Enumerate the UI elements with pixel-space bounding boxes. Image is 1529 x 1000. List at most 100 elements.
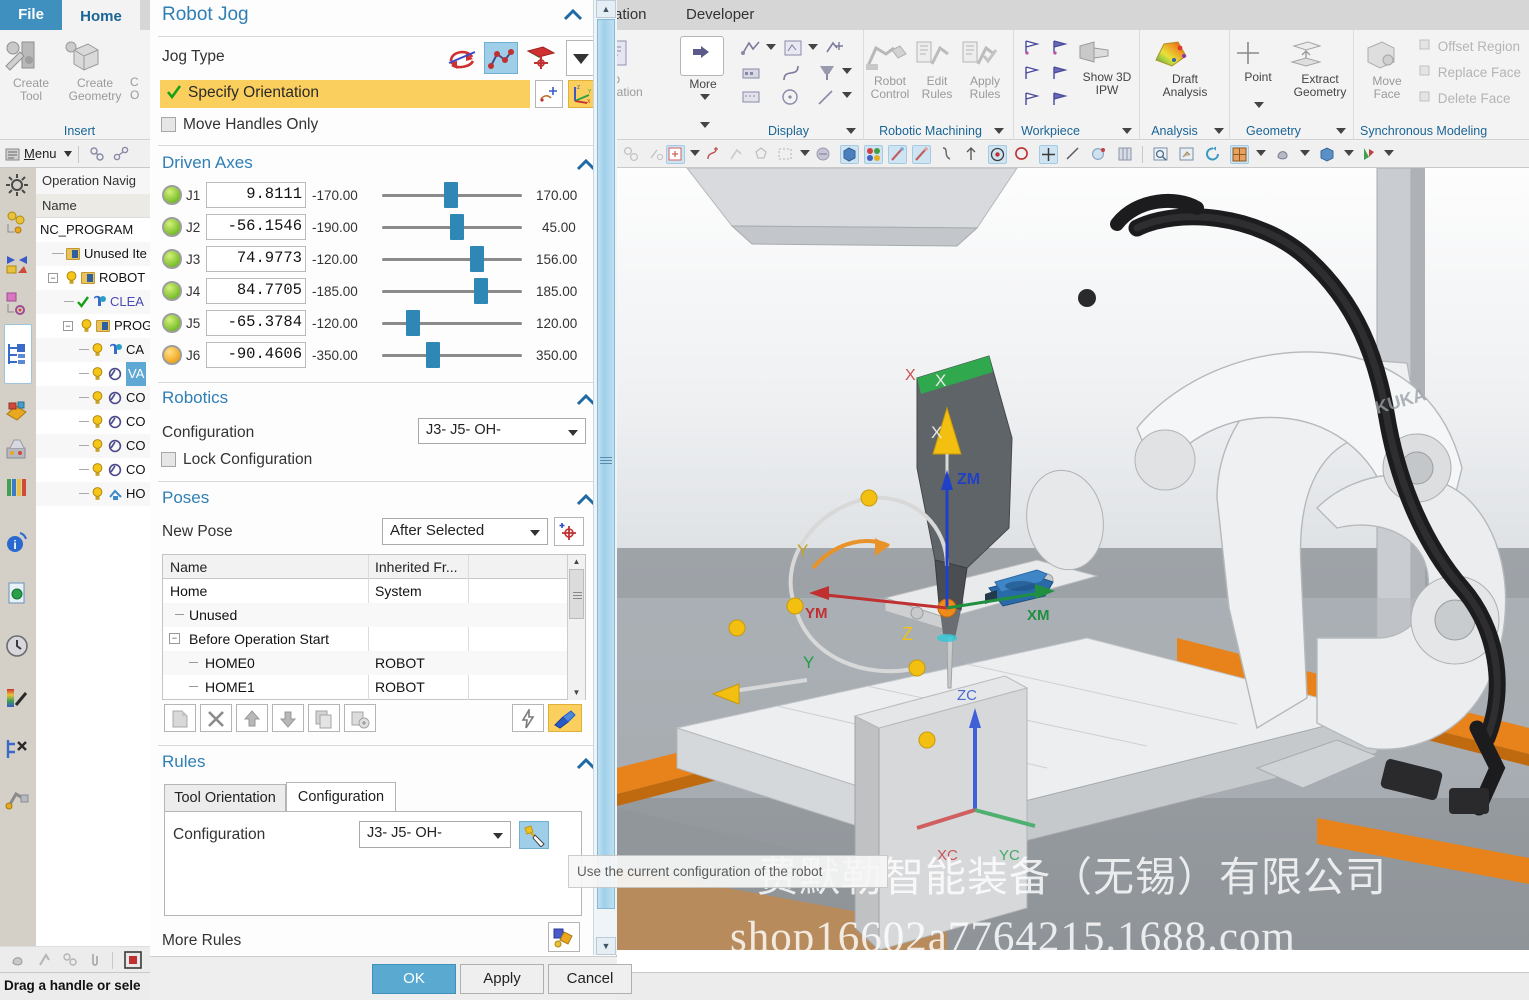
jog-highlight-button[interactable]	[548, 704, 582, 732]
tab-home[interactable]: Home	[62, 0, 140, 30]
dialog-scrollbar[interactable]: ▲ ▼	[593, 0, 617, 955]
constraint-navigator-icon[interactable]	[4, 250, 32, 278]
render-style-dropdown-icon[interactable]	[1256, 150, 1266, 156]
display-curve-icon[interactable]	[780, 62, 802, 84]
tree-row-home[interactable]: HO	[36, 482, 159, 506]
show-3d-ipw-button[interactable]: Show 3D IPW	[1074, 38, 1140, 97]
lock-configuration-checkbox[interactable]	[161, 452, 176, 467]
diagonal-line-icon[interactable]	[1064, 145, 1083, 164]
use-current-configuration-icon[interactable]	[519, 821, 549, 849]
tool-jog-icon[interactable]	[524, 42, 558, 74]
tree-row-clearance[interactable]: CLEA	[36, 290, 159, 314]
toolbar-link-icon-1[interactable]	[88, 145, 107, 164]
draft-analysis-button[interactable]: Draft Analysis	[1150, 38, 1220, 99]
ok-button[interactable]: OK	[372, 964, 456, 994]
tree-row-va[interactable]: VA	[36, 362, 159, 386]
delete-pose-button[interactable]	[200, 704, 232, 732]
collapse-driven-axes-icon[interactable]	[576, 158, 596, 171]
workpiece-wall-icon[interactable]	[1050, 90, 1070, 108]
robotics-configuration-select[interactable]: J3- J5- OH-	[418, 418, 586, 444]
more-button[interactable]	[680, 36, 724, 76]
collapse-robot-jog-icon[interactable]	[563, 8, 583, 21]
plus-icon[interactable]	[1039, 145, 1058, 164]
globe-point-icon[interactable]	[1090, 145, 1109, 164]
display-holder-icon[interactable]	[740, 88, 762, 106]
point-dialog-icon[interactable]	[535, 80, 563, 108]
axis-slider-track-j3[interactable]	[382, 258, 522, 261]
solid-body-icon[interactable]	[840, 145, 859, 164]
offset-region-item[interactable]: Offset Region	[1418, 38, 1520, 54]
tab-file[interactable]: File	[0, 0, 62, 30]
history-document-icon[interactable]	[4, 580, 32, 608]
axis-slider-thumb-j4[interactable]	[474, 278, 488, 304]
poses-row-home1[interactable]: HOME1 ROBOT	[163, 675, 568, 699]
toolbar-link-icon-2[interactable]	[112, 145, 131, 164]
tree-row-program[interactable]: − PROG	[36, 314, 159, 338]
point-set-dropdown-icon[interactable]	[690, 150, 700, 156]
cancel-button[interactable]: Cancel	[548, 964, 632, 994]
bottom-icon-3[interactable]	[62, 951, 80, 969]
create-point-set-icon[interactable]	[666, 145, 685, 164]
display-simulate-icon[interactable]	[824, 38, 846, 58]
tree-row-co-4[interactable]: CO	[36, 458, 159, 482]
workpiece-part-icon[interactable]	[1050, 38, 1070, 56]
dialog-scroll-thumb[interactable]	[597, 19, 615, 909]
3d-viewport[interactable]: KUKA X X X Z Y Y ZM YM XM ZC XC YC	[617, 168, 1529, 950]
tab-tool-orientation[interactable]: Tool Orientation	[164, 784, 286, 812]
poses-row-unused[interactable]: Unused	[163, 603, 568, 627]
axis-slider-track-j6[interactable]	[382, 354, 522, 357]
operation-navigator-icon[interactable]	[4, 324, 32, 384]
toolbar-icon-1[interactable]	[622, 145, 641, 164]
new-pose-select[interactable]: After Selected	[382, 518, 548, 545]
workpiece-blank-icon[interactable]	[1022, 38, 1042, 56]
collapse-poses-icon[interactable]	[576, 493, 596, 506]
extract-geometry-button[interactable]: Extract Geometry	[1286, 38, 1354, 99]
display-toolpath-dropdown-icon[interactable]	[766, 44, 776, 50]
expander-program[interactable]: −	[63, 321, 73, 331]
normal-axis-icon[interactable]	[962, 145, 981, 164]
part-navigator-icon[interactable]	[4, 290, 32, 318]
tab-configuration[interactable]: Configuration	[286, 782, 396, 812]
tree-row-co-2[interactable]: CO	[36, 410, 159, 434]
collapse-rules-icon[interactable]	[576, 757, 596, 770]
rectangle-select-icon[interactable]	[776, 145, 795, 164]
create-tool-button[interactable]: Create Tool	[2, 38, 60, 103]
machine-tool-navigator-icon[interactable]	[4, 398, 32, 426]
poses-row-home0[interactable]: HOME0 ROBOT	[163, 651, 568, 675]
tab-developer[interactable]: Developer	[672, 0, 768, 30]
menu-button[interactable]: MMenuenu	[24, 146, 57, 161]
apply-rules-button[interactable]: Apply Rules	[960, 38, 1010, 101]
view-orientation-dropdown-icon[interactable]	[1344, 150, 1354, 156]
select-dropdown-icon[interactable]	[800, 150, 810, 156]
menu-chevron-down-icon[interactable]	[64, 151, 72, 157]
display-toolpath-icon[interactable]	[740, 38, 762, 58]
shading-icon[interactable]	[1274, 145, 1293, 164]
display-tool-dropdown-icon[interactable]	[842, 68, 852, 74]
library-icon[interactable]	[4, 474, 32, 502]
display-group-expand-icon[interactable]	[846, 128, 856, 134]
toolbar-icon-3[interactable]	[704, 145, 723, 164]
tree-row-co-1[interactable]: CO	[36, 386, 159, 410]
poses-table-scrollbar[interactable]: ▲ ▼	[567, 555, 585, 700]
robot-setup-icon[interactable]	[4, 786, 32, 814]
assembly-navigator-icon[interactable]	[4, 210, 32, 238]
more-group-expand-icon[interactable]	[700, 122, 710, 128]
tree-row-ca[interactable]: CA	[36, 338, 159, 362]
rules-configuration-select[interactable]: J3- J5- OH-	[359, 821, 511, 848]
create-geometry-button[interactable]: Create Geometry	[62, 38, 128, 103]
more-chevron-down-icon[interactable]	[700, 94, 710, 100]
axis-slider-track-j4[interactable]	[382, 290, 522, 293]
rotate-view-icon[interactable]	[1204, 145, 1223, 164]
stop-recording-icon[interactable]	[124, 951, 142, 969]
specify-orientation-row[interactable]: Specify Orientation	[160, 80, 530, 108]
axis-slider-track-j5[interactable]	[382, 322, 522, 325]
add-pose-icon[interactable]	[554, 517, 584, 546]
display-line-icon[interactable]	[816, 88, 836, 108]
apply-button[interactable]: Apply	[460, 964, 544, 994]
tree-row-co-3[interactable]: CO	[36, 434, 159, 458]
move-up-button[interactable]	[236, 704, 268, 732]
system-settings-icon[interactable]	[4, 172, 32, 200]
section-view-dropdown-icon[interactable]	[1384, 150, 1394, 156]
point-button[interactable]: Point	[1230, 38, 1286, 84]
circle-red-icon[interactable]	[1013, 145, 1032, 164]
